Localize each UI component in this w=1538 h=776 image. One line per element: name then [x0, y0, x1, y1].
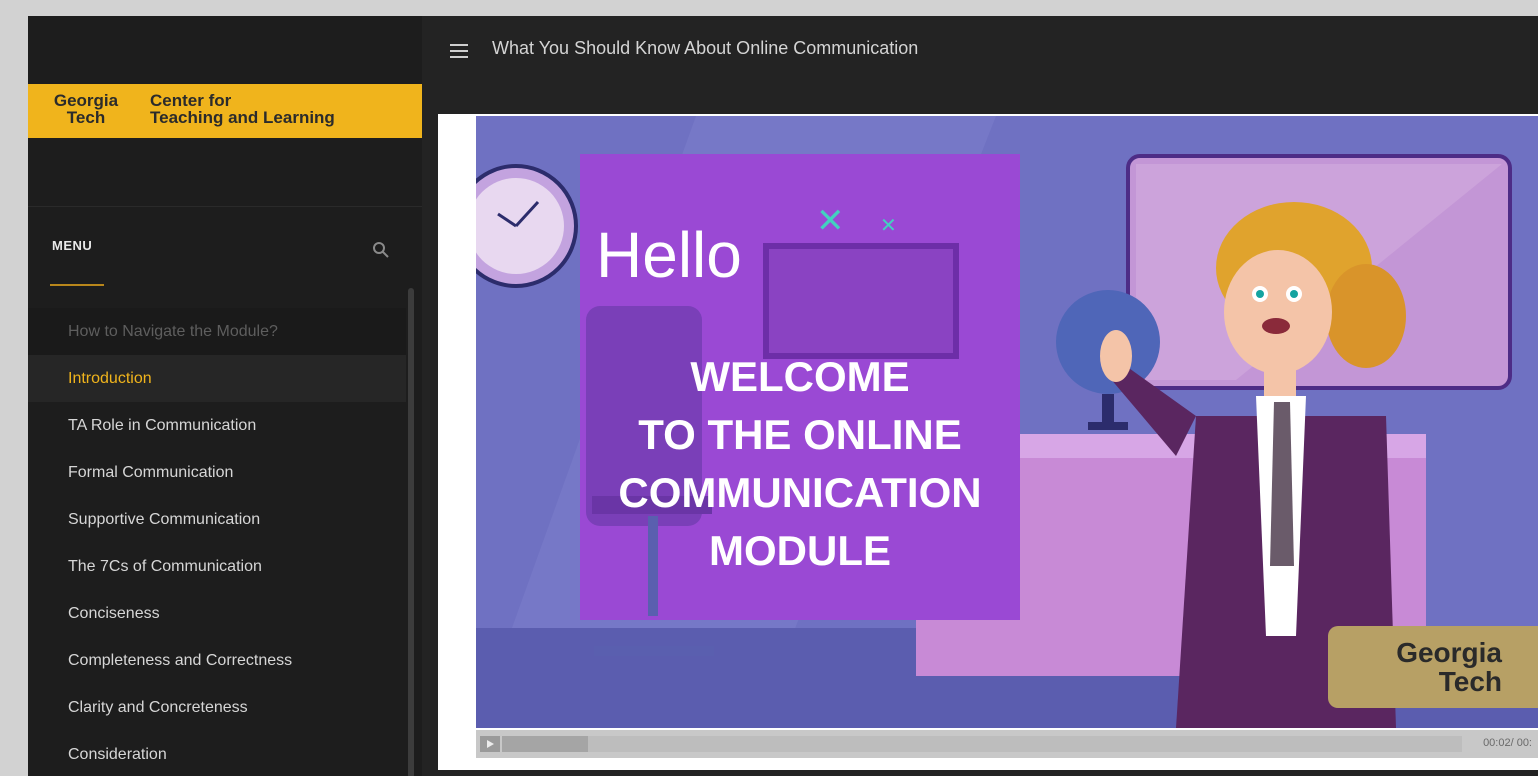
sidebar: Georgia Tech Center for Teaching and Lea… — [28, 16, 422, 776]
menu-item-completeness-correctness[interactable]: Completeness and Correctness — [28, 637, 406, 684]
menu-heading: MENU — [52, 238, 93, 253]
progress-fill — [502, 736, 589, 752]
video-player[interactable]: ✕ ✕ Hello WELCOME TO THE ONLINE COMMUNIC… — [476, 116, 1538, 728]
menu-item-introduction[interactable]: Introduction — [28, 355, 406, 402]
slide-frame: ✕ ✕ Hello WELCOME TO THE ONLINE COMMUNIC… — [438, 114, 1538, 770]
menu-divider — [28, 206, 422, 207]
menu-item-conciseness[interactable]: Conciseness — [28, 590, 406, 637]
welcome-heading: WELCOME TO THE ONLINE COMMUNICATION MODU… — [618, 353, 982, 574]
play-icon[interactable] — [480, 736, 500, 752]
hello-heading: Hello — [596, 219, 742, 291]
app-window: Georgia Tech Center for Teaching and Lea… — [28, 16, 1538, 776]
menu-scrollbar[interactable] — [408, 288, 414, 776]
search-icon[interactable] — [371, 240, 391, 260]
menu-list: How to Navigate the Module? Introduction… — [28, 308, 406, 776]
menu-item-7cs[interactable]: The 7Cs of Communication — [28, 543, 406, 590]
menu-heading-underline — [50, 284, 104, 286]
course-title: What You Should Know About Online Commun… — [492, 38, 919, 58]
georgia-tech-badge: Georgia Tech — [1328, 626, 1538, 708]
menu-item-ta-role[interactable]: TA Role in Communication — [28, 402, 406, 449]
menu-item-formal-communication[interactable]: Formal Communication — [28, 449, 406, 496]
svg-text:✕: ✕ — [880, 213, 897, 237]
menu-item-clarity-concreteness[interactable]: Clarity and Concreteness — [28, 684, 406, 731]
time-readout: 00:02/ 00: — [1483, 737, 1532, 749]
ctl-wordmark: Center for Teaching and Learning — [150, 91, 335, 127]
menu-item-supportive-communication[interactable]: Supportive Communication — [28, 496, 406, 543]
menu-item-how-to-navigate[interactable]: How to Navigate the Module? — [28, 308, 406, 355]
progress-bar[interactable] — [502, 736, 1462, 752]
player-controls: 00:02/ 00: — [476, 730, 1538, 758]
menu-item-consideration[interactable]: Consideration — [28, 731, 406, 776]
hamburger-menu-icon[interactable] — [450, 44, 468, 60]
svg-text:✕: ✕ — [816, 201, 845, 241]
ctl-logo: Georgia Tech Center for Teaching and Lea… — [28, 84, 422, 138]
georgia-tech-wordmark: Georgia Tech — [53, 91, 119, 127]
